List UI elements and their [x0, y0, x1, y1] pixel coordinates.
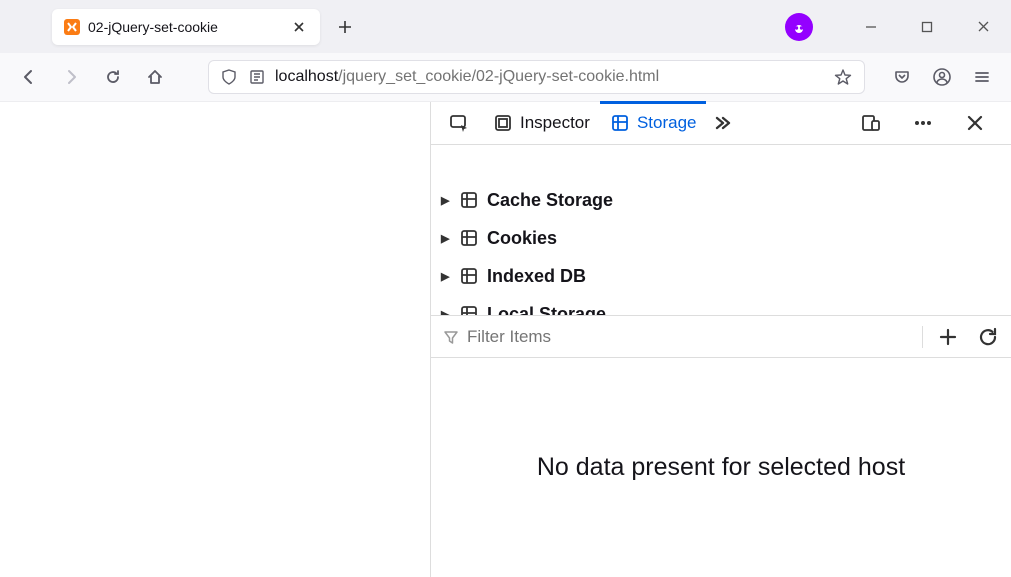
caret-right-icon: ▶: [441, 194, 453, 207]
window-controls: [785, 0, 1011, 53]
tab-inspector-label: Inspector: [520, 113, 590, 133]
content-area: Inspector Storage: [0, 102, 1011, 577]
toolbar: localhost/jquery_set_cookie/02-jQuery-se…: [0, 53, 1011, 102]
no-data-message: No data present for selected host: [537, 453, 905, 482]
filter-bar: [431, 315, 1011, 358]
tab-inspector[interactable]: Inspector: [483, 102, 600, 145]
maximize-button[interactable]: [899, 0, 955, 53]
toolbar-right: [887, 62, 997, 92]
caret-right-icon: ▶: [441, 308, 453, 316]
tree-item-label: Cookies: [487, 228, 557, 249]
shield-icon[interactable]: [219, 67, 239, 87]
refresh-button[interactable]: [977, 326, 999, 348]
storage-icon: [610, 113, 630, 133]
tree-item-indexeddb[interactable]: ▶ Indexed DB: [441, 257, 1001, 295]
inspector-icon: [493, 113, 513, 133]
tree-item-label: Local Storage: [487, 304, 606, 316]
tree-item-cache-storage[interactable]: ▶ Cache Storage: [441, 181, 1001, 219]
devtools-menu-icon[interactable]: [907, 107, 939, 139]
favicon-xampp-icon: [64, 19, 80, 35]
more-tabs-icon[interactable]: [706, 107, 738, 139]
reload-button[interactable]: [98, 62, 128, 92]
url-host: localhost: [275, 68, 338, 85]
filter-actions: [922, 326, 999, 348]
url-path: /jquery_set_cookie/02-jQuery-set-cookie.…: [338, 68, 659, 85]
tab-storage-label: Storage: [637, 113, 697, 133]
bookmark-icon[interactable]: [832, 66, 854, 88]
caret-right-icon: ▶: [441, 270, 453, 283]
close-tab-button[interactable]: [290, 18, 308, 36]
tree-item-label: Indexed DB: [487, 266, 586, 287]
db-icon: [459, 266, 479, 286]
url-text: localhost/jquery_set_cookie/02-jQuery-se…: [275, 68, 832, 86]
db-icon: [459, 304, 479, 315]
responsive-mode-icon[interactable]: [855, 107, 887, 139]
devtools-right-icons: [855, 107, 999, 139]
db-icon: [459, 190, 479, 210]
filter-icon: [443, 329, 459, 345]
tree-item-localstorage[interactable]: ▶ Local Storage: [441, 295, 1001, 315]
minimize-button[interactable]: [843, 0, 899, 53]
tab-strip: 02-jQuery-set-cookie: [0, 0, 1011, 53]
data-panel: No data present for selected host: [431, 358, 1011, 577]
url-bar[interactable]: localhost/jquery_set_cookie/02-jQuery-se…: [208, 60, 865, 94]
new-tab-button[interactable]: [330, 12, 360, 42]
storage-tree: ▶ Cache Storage ▶ Cookies ▶ Indexed DB ▶…: [431, 145, 1011, 315]
devtools-close-icon[interactable]: [959, 107, 991, 139]
tree-item-cookies[interactable]: ▶ Cookies: [441, 219, 1001, 257]
tab-storage[interactable]: Storage: [600, 102, 707, 145]
filter-input[interactable]: [467, 327, 922, 347]
close-window-button[interactable]: [955, 0, 1011, 53]
add-item-button[interactable]: [937, 326, 959, 348]
db-icon: [459, 228, 479, 248]
devtools-tabbar: Inspector Storage: [431, 102, 1011, 145]
page-info-icon[interactable]: [247, 67, 267, 87]
tree-item-label: Cache Storage: [487, 190, 613, 211]
home-button[interactable]: [140, 62, 170, 92]
pick-element-icon[interactable]: [443, 107, 475, 139]
pocket-icon[interactable]: [887, 62, 917, 92]
account-icon[interactable]: [927, 62, 957, 92]
profile-badge-icon[interactable]: [785, 13, 813, 41]
app-menu-icon[interactable]: [967, 62, 997, 92]
browser-tab[interactable]: 02-jQuery-set-cookie: [52, 9, 320, 45]
devtools-panel: Inspector Storage: [430, 102, 1011, 577]
tab-title: 02-jQuery-set-cookie: [88, 19, 290, 35]
forward-button[interactable]: [56, 62, 86, 92]
caret-right-icon: ▶: [441, 232, 453, 245]
page-viewport[interactable]: [0, 102, 430, 577]
back-button[interactable]: [14, 62, 44, 92]
